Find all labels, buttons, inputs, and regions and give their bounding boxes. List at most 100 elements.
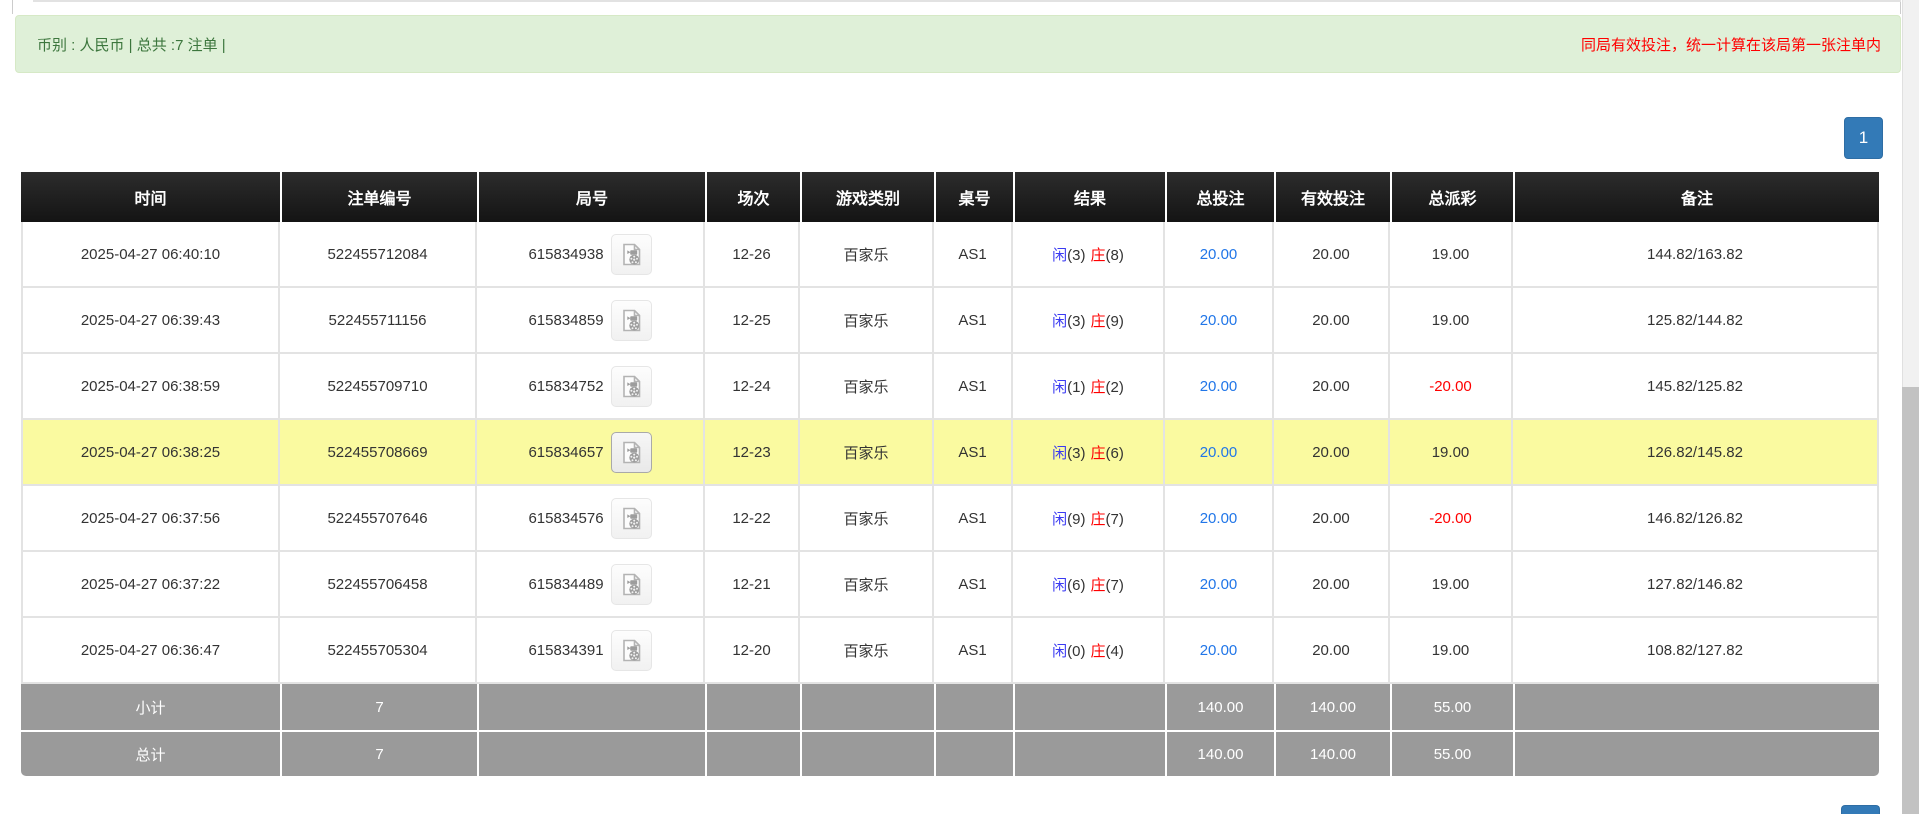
result-banker-score: (4) [1106, 643, 1124, 660]
cell-session: 12-24 [705, 354, 800, 420]
cell-bet-id: 522455712084 [280, 222, 477, 288]
video-file-icon [618, 637, 645, 664]
cell-game-type: 百家乐 [800, 552, 934, 618]
cell-total-bet[interactable]: 20.00 [1165, 552, 1274, 618]
cell-result: 闲(3)庄(9) [1013, 288, 1165, 354]
column-header-result: 结果 [1013, 172, 1165, 222]
result-banker-label: 庄 [1091, 247, 1106, 264]
subtotal-row: 小计 7 140.00 140.00 55.00 [21, 684, 1879, 730]
cell-table-no: AS1 [934, 222, 1013, 288]
table-row: 2025-04-27 06:38:59 522455709710 6158347… [21, 354, 1879, 420]
cell-payout: 19.00 [1390, 222, 1513, 288]
cell-table-no: AS1 [934, 618, 1013, 684]
cell-valid-bet: 20.00 [1274, 552, 1390, 618]
cell-result: 闲(1)庄(2) [1013, 354, 1165, 420]
bet-records-table: 时间 注单编号 局号 场次 游戏类别 桌号 结果 总投注 有效投注 总派彩 备注… [21, 172, 1879, 776]
cell-bet-id: 522455706458 [280, 552, 477, 618]
subtotal-label: 小计 [21, 684, 280, 730]
cell-session: 12-21 [705, 552, 800, 618]
result-banker-score: (6) [1106, 445, 1124, 462]
cell-valid-bet: 20.00 [1274, 420, 1390, 486]
cell-result: 闲(0) 庄(4) [1013, 618, 1165, 684]
cell-total-bet[interactable]: 20.00 [1165, 420, 1274, 486]
cell-payout: 19.00 [1390, 618, 1513, 684]
result-player-score: (0) [1067, 643, 1085, 660]
result-player-score: (9) [1067, 511, 1085, 528]
result-banker-score: (7) [1106, 511, 1124, 528]
column-header-bet-id: 注单编号 [280, 172, 477, 222]
cell-time: 2025-04-27 06:38:59 [21, 354, 280, 420]
cell-session: 12-20 [705, 618, 800, 684]
video-replay-button[interactable] [611, 300, 652, 341]
cell-session: 12-22 [705, 486, 800, 552]
table-row: 2025-04-27 06:39:43 522455711156 6158348… [21, 288, 1879, 354]
cell-game-id: 615834391 [477, 618, 705, 684]
video-replay-button[interactable] [611, 630, 652, 671]
result-banker-label: 庄 [1091, 643, 1106, 660]
game-id-text: 615834752 [528, 378, 603, 395]
cell-game-type: 百家乐 [800, 420, 934, 486]
vertical-scrollbar-thumb[interactable] [1902, 387, 1919, 814]
result-player-label: 闲 [1052, 379, 1067, 396]
cell-time: 2025-04-27 06:38:25 [21, 420, 280, 486]
vertical-scrollbar-track[interactable] [1902, 0, 1919, 814]
subtotal-total-bet: 140.00 [1165, 684, 1274, 730]
cell-result: 闲(6)庄(7) [1013, 552, 1165, 618]
table-row: 2025-04-27 06:36:47 522455705304 6158343… [21, 618, 1879, 684]
cell-time: 2025-04-27 06:39:43 [21, 288, 280, 354]
cell-total-bet[interactable]: 20.00 [1165, 222, 1274, 288]
cell-time: 2025-04-27 06:36:47 [21, 618, 280, 684]
total-label: 总计 [21, 730, 280, 776]
cell-total-bet[interactable]: 20.00 [1165, 618, 1274, 684]
cell-total-bet[interactable]: 20.00 [1165, 354, 1274, 420]
total-row: 总计 7 140.00 140.00 55.00 [21, 730, 1879, 776]
result-player-score: (6) [1067, 577, 1085, 594]
cell-remark: 127.82/146.82 [1513, 552, 1879, 618]
total-empty-cell [934, 730, 1013, 776]
video-replay-button[interactable] [611, 432, 652, 473]
cell-valid-bet: 20.00 [1274, 486, 1390, 552]
table-row: 2025-04-27 06:37:56 522455707646 6158345… [21, 486, 1879, 552]
subtotal-count: 7 [280, 684, 477, 730]
video-replay-button[interactable] [611, 234, 652, 275]
column-header-remark: 备注 [1513, 172, 1879, 222]
result-banker-label: 庄 [1091, 577, 1106, 594]
cell-payout: 19.00 [1390, 288, 1513, 354]
cell-remark: 125.82/144.82 [1513, 288, 1879, 354]
cell-total-bet[interactable]: 20.00 [1165, 486, 1274, 552]
total-empty-cell [1513, 730, 1879, 776]
cell-remark: 108.82/127.82 [1513, 618, 1879, 684]
cell-game-id: 615834657 [477, 420, 705, 486]
total-empty-cell [800, 730, 934, 776]
cell-time: 2025-04-27 06:40:10 [21, 222, 280, 288]
total-total-bet: 140.00 [1165, 730, 1274, 776]
cell-valid-bet: 20.00 [1274, 222, 1390, 288]
cell-total-bet[interactable]: 20.00 [1165, 288, 1274, 354]
video-replay-button[interactable] [611, 498, 652, 539]
warning-text: 同局有效投注，统一计算在该局第一张注单内 [1581, 34, 1881, 55]
pagination-page-button-bottom[interactable] [1841, 805, 1880, 814]
pagination-page-button[interactable]: 1 [1844, 117, 1883, 159]
cell-bet-id: 522455709710 [280, 354, 477, 420]
result-banker-score: (9) [1106, 313, 1124, 330]
cell-game-id: 615834489 [477, 552, 705, 618]
cell-session: 12-25 [705, 288, 800, 354]
video-replay-button[interactable] [611, 564, 652, 605]
cell-table-no: AS1 [934, 288, 1013, 354]
cell-remark: 144.82/163.82 [1513, 222, 1879, 288]
column-header-valid-bet: 有效投注 [1274, 172, 1390, 222]
result-player-label: 闲 [1052, 643, 1067, 660]
subtotal-valid-bet: 140.00 [1274, 684, 1390, 730]
cell-bet-id: 522455707646 [280, 486, 477, 552]
game-id-text: 615834489 [528, 576, 603, 593]
result-player-score: (3) [1067, 247, 1085, 264]
cell-game-id: 615834859 [477, 288, 705, 354]
result-banker-score: (7) [1106, 577, 1124, 594]
cell-game-id: 615834752 [477, 354, 705, 420]
header-row: 时间 注单编号 局号 场次 游戏类别 桌号 结果 总投注 有效投注 总派彩 备注 [21, 172, 1879, 222]
total-empty-cell [1013, 730, 1165, 776]
cell-game-type: 百家乐 [800, 354, 934, 420]
table-row: 2025-04-27 06:40:10 522455712084 6158349… [21, 222, 1879, 288]
column-header-game-type: 游戏类别 [800, 172, 934, 222]
video-replay-button[interactable] [611, 366, 652, 407]
